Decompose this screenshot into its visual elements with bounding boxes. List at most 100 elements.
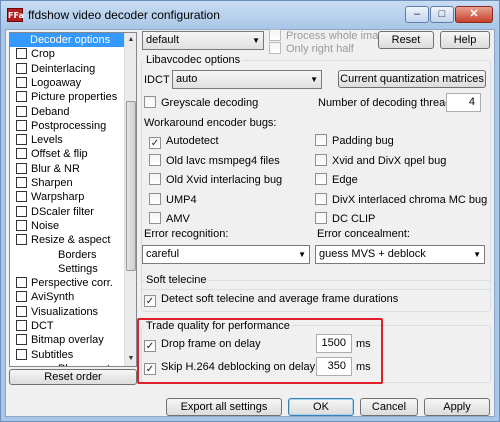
bug-checkbox[interactable]: Old lavc msmpeg4 files [149, 153, 280, 168]
sidebar-item-checkbox[interactable] [16, 91, 27, 103]
sidebar-item[interactable]: Noise [10, 219, 125, 233]
error-concealment-value: guess MVS + deblock [319, 248, 426, 260]
sidebar-item-checkbox[interactable] [16, 219, 27, 231]
sidebar-item[interactable]: Offset & flip [10, 147, 125, 161]
error-recognition-select[interactable]: careful ▼ [142, 245, 310, 264]
libavcodec-group-title: Libavcodec options [144, 54, 243, 66]
reset-order-button[interactable]: Reset order [9, 369, 137, 385]
only-right-half-checkbox[interactable]: Only right half [269, 42, 354, 56]
sidebar-item[interactable]: Decoder options [10, 33, 125, 48]
sidebar-item-checkbox[interactable] [16, 234, 27, 246]
sidebar-item-label: Crop [31, 48, 55, 61]
scroll-thumb[interactable] [126, 101, 136, 271]
filter-list[interactable]: Decoder options Crop Deinterlacing Logoaway… [9, 32, 137, 367]
check-icon: ✓ [149, 137, 161, 149]
sidebar-item-label: DCT [31, 320, 54, 332]
sidebar-item[interactable]: Visualizations [10, 305, 125, 319]
bug-checkbox-label: DivX interlaced chroma MC bug [332, 193, 488, 206]
bug-checkbox[interactable]: ✓ Autodetect [149, 134, 219, 149]
bug-checkbox-label: AMV [166, 213, 190, 225]
checkbox-box [269, 29, 281, 41]
sidebar-item-checkbox[interactable] [16, 205, 27, 217]
sidebar-item[interactable]: Borders [10, 248, 125, 262]
bug-checkbox[interactable]: UMP4 [149, 192, 197, 207]
quantization-matrices-button[interactable]: Current quantization matrices [338, 70, 486, 88]
process-whole-image-checkbox[interactable]: Process whole image [269, 29, 391, 43]
preset-select[interactable]: default ▼ [142, 31, 264, 50]
sidebar-item-checkbox[interactable] [16, 48, 27, 60]
apply-button[interactable]: Apply [424, 398, 490, 416]
sidebar-item-checkbox[interactable] [16, 348, 27, 360]
sidebar-item-checkbox[interactable] [16, 148, 27, 160]
export-settings-button[interactable]: Export all settings [166, 398, 282, 416]
sidebar-item[interactable]: Deinterlacing [10, 62, 125, 76]
sidebar-item[interactable]: DCT [10, 319, 125, 333]
sidebar-item-checkbox[interactable] [16, 191, 27, 203]
sidebar-item[interactable]: DScaler filter [10, 205, 125, 219]
sidebar-item[interactable]: Crop [10, 47, 125, 61]
sidebar-item-label: AviSynth [31, 291, 75, 304]
sidebar-item-checkbox[interactable] [16, 134, 27, 146]
error-concealment-label: Error concealment: [317, 228, 410, 240]
greyscale-checkbox[interactable]: Greyscale decoding [144, 96, 258, 110]
sidebar-item[interactable]: Resize & aspect [10, 233, 125, 247]
sidebar-item-checkbox[interactable] [16, 320, 27, 331]
sidebar-item[interactable]: Logoaway [10, 76, 125, 90]
idct-select[interactable]: auto ▼ [172, 70, 322, 89]
reset-button[interactable]: Reset [378, 31, 434, 49]
sidebar-item[interactable]: Deband [10, 105, 125, 119]
sidebar-item-checkbox[interactable] [16, 177, 27, 188]
bug-checkbox[interactable]: DC CLIP [315, 212, 375, 226]
sidebar-item[interactable]: Subtitles [10, 348, 125, 362]
help-button[interactable]: Help [440, 31, 490, 49]
sidebar-item-label: Perspective corr. [31, 277, 113, 290]
bug-checkbox[interactable]: Edge [315, 173, 358, 187]
sidebar-item[interactable]: Perspective corr. [10, 276, 125, 290]
sidebar-item-label: Deband [31, 105, 70, 118]
sidebar-item[interactable]: Settings [10, 262, 125, 276]
bug-checkbox[interactable]: AMV [149, 212, 190, 226]
sidebar-item[interactable]: Bitmap overlay [10, 333, 125, 347]
sidebar-item-checkbox[interactable] [16, 119, 27, 131]
sidebar-item-checkbox[interactable] [16, 277, 27, 289]
sidebar-item-checkbox[interactable] [16, 76, 27, 88]
bug-checkbox[interactable]: Xvid and DivX qpel bug [315, 153, 446, 168]
sidebar-item[interactable]: Levels [10, 133, 125, 147]
sidebar-item[interactable]: Placement [10, 362, 125, 366]
cancel-button[interactable]: Cancel [360, 398, 418, 416]
sidebar-item[interactable]: AviSynth [10, 290, 125, 304]
sidebar-item-label: Postprocessing [31, 119, 107, 132]
bug-checkbox-label: Autodetect [166, 135, 219, 147]
error-concealment-select[interactable]: guess MVS + deblock ▼ [315, 245, 485, 264]
close-button[interactable]: ✕ [455, 6, 493, 23]
sidebar-item-label: Warpsharp [31, 191, 85, 204]
sidebar-item-checkbox[interactable] [16, 62, 27, 74]
sidebar-item-checkbox[interactable] [16, 291, 27, 303]
sidebar-item[interactable]: Sharpen [10, 176, 125, 190]
scroll-down-icon[interactable]: ▼ [125, 352, 136, 366]
bug-checkbox[interactable]: DivX interlaced chroma MC bug [315, 192, 488, 207]
sidebar-item-checkbox[interactable] [16, 334, 27, 346]
maximize-button[interactable]: □ [430, 6, 454, 23]
sidebar-item-checkbox[interactable] [16, 105, 27, 117]
threads-input[interactable]: 4 [446, 93, 481, 112]
sidebar-item[interactable]: Warpsharp [10, 190, 125, 204]
sidebar-item[interactable]: Blur & NR [10, 162, 125, 176]
sidebar-item[interactable]: Picture properties [10, 90, 125, 104]
sidebar-item[interactable]: Postprocessing [10, 119, 125, 133]
checkbox-box [149, 173, 161, 185]
title-bar[interactable]: FFa ffdshow video decoder configuration … [1, 1, 499, 29]
filter-list-scrollbar[interactable]: ▲ ▼ [124, 33, 136, 366]
sidebar-item-checkbox[interactable] [16, 305, 27, 317]
dialog-client-area: Decoder options Crop Deinterlacing Logoaway… [5, 29, 495, 417]
detect-telecine-checkbox[interactable]: ✓ Detect soft telecine and average frame … [144, 292, 398, 307]
sidebar-item-checkbox[interactable] [16, 162, 27, 174]
sidebar-item-label: Placement [58, 363, 110, 366]
telecine-group-title: Soft telecine [144, 274, 209, 286]
scroll-up-icon[interactable]: ▲ [125, 33, 136, 47]
check-icon: ✓ [144, 295, 156, 307]
bug-checkbox[interactable]: Padding bug [315, 134, 394, 148]
ok-button[interactable]: OK [288, 398, 354, 416]
bug-checkbox[interactable]: Old Xvid interlacing bug [149, 173, 282, 187]
minimize-button[interactable]: – [405, 6, 429, 23]
